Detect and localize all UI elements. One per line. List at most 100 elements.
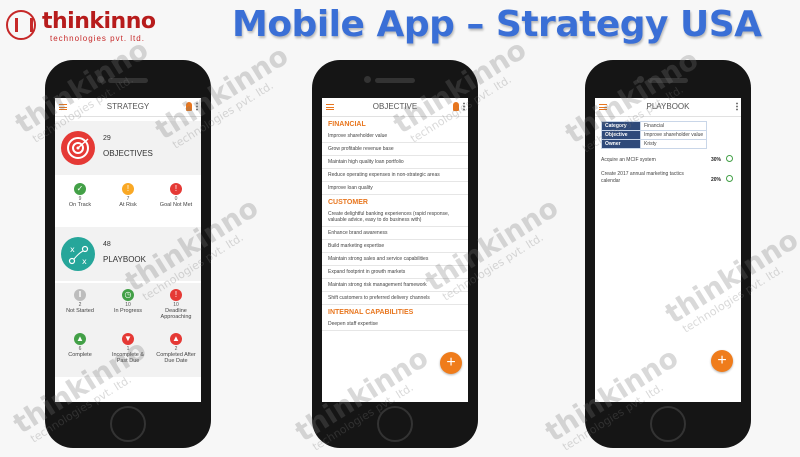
more-options-icon[interactable]: [463, 102, 465, 111]
strategy-board-icon: xx: [61, 237, 95, 271]
status-on-track[interactable]: ✓ 9 On Track: [59, 183, 101, 208]
status-in-progress[interactable]: ◷ 10 In Progress: [107, 289, 149, 314]
objective-item[interactable]: Maintain strong sales and service capabi…: [322, 253, 468, 266]
thumbs-up-icon: ▲: [170, 333, 182, 345]
objectives-count: 29: [103, 135, 111, 142]
playbook-item[interactable]: Acquire an MCIF system 30%: [601, 153, 735, 167]
objective-item[interactable]: Enhance brand awareness: [322, 227, 468, 240]
status-completed-after-due[interactable]: ▲ 2 Completed After Due Date: [155, 333, 197, 364]
playbook-label: PLAYBOOK: [103, 255, 146, 264]
meta-value: Improve shareholder value: [639, 130, 708, 140]
camera: [637, 76, 644, 83]
user-icon[interactable]: [186, 102, 192, 111]
status-label: At Risk: [119, 202, 137, 208]
status-label: Goal Not Met: [159, 202, 193, 208]
status-deadline-approaching[interactable]: ! 10 Deadline Approaching: [155, 289, 197, 320]
section-customer: CUSTOMER: [328, 199, 368, 206]
status-label: Deadline Approaching: [160, 308, 192, 320]
status-label: Completed After Due Date: [156, 352, 196, 364]
app-bar: OBJECTIVE: [322, 98, 468, 117]
objective-status-row: ✓ 9 On Track ! 7 At Risk ! 0 Goal Not Me…: [55, 177, 201, 221]
objective-item[interactable]: Grow profitable revenue base: [322, 143, 468, 156]
objective-item[interactable]: Maintain strong risk management framewor…: [322, 279, 468, 292]
more-options-icon[interactable]: [736, 102, 738, 111]
phone-strategy: STRATEGY 29 OBJECTIVES ✓ 9 On Track ! 7 …: [45, 60, 211, 448]
meta-value: Kristy: [639, 139, 708, 149]
check-icon: ✓: [74, 183, 86, 195]
playbook-item[interactable]: Create 2017 annual marketing tactics cal…: [601, 167, 735, 187]
app-bar: STRATEGY: [55, 98, 201, 117]
phone-playbook: PLAYBOOK Category Financial Objective Impr…: [585, 60, 751, 448]
status-label: In Progress: [113, 308, 143, 314]
status-label: Not Started: [66, 308, 94, 314]
warning-icon: !: [170, 289, 182, 301]
menu-icon[interactable]: [599, 104, 607, 110]
app-bar: PLAYBOOK: [595, 98, 741, 117]
status-label: On Track: [68, 202, 92, 208]
playbook-item-text: Create 2017 annual marketing tactics cal…: [601, 171, 684, 184]
objectives-label: OBJECTIVES: [103, 149, 153, 158]
brand-logo: thinkinno technologies pvt. ltd.: [6, 6, 156, 46]
thumbs-down-icon: ▼: [122, 333, 134, 345]
progress-circle-icon: [726, 175, 733, 182]
status-label: Incomplete & Past Due: [111, 352, 145, 364]
clock-icon: ◷: [122, 289, 134, 301]
objective-item[interactable]: Build marketing expertise: [322, 240, 468, 253]
page-headline: Mobile App – Strategy USA: [232, 4, 762, 45]
camera: [97, 76, 104, 83]
playbook-item-progress: 20%: [710, 177, 721, 183]
speaker: [108, 78, 148, 83]
screen-title: STRATEGY: [106, 102, 150, 111]
objective-item[interactable]: Expand footprint in growth markets: [322, 266, 468, 279]
user-icon[interactable]: [453, 102, 459, 111]
camera: [364, 76, 371, 83]
add-fab-button[interactable]: +: [440, 352, 462, 374]
objective-item[interactable]: Improve loan quality: [322, 182, 468, 195]
objective-item[interactable]: Reduce operating expenses in non-strateg…: [322, 169, 468, 182]
playbook-card[interactable]: xx 48 PLAYBOOK: [55, 227, 201, 281]
home-button[interactable]: [650, 406, 686, 442]
objective-item[interactable]: Create delightful banking experiences (r…: [322, 208, 468, 227]
screen-title: PLAYBOOK: [646, 102, 690, 111]
playbook-item-progress: 30%: [710, 157, 721, 163]
objective-item[interactable]: Improve shareholder value: [322, 130, 468, 143]
svg-text:x: x: [82, 257, 87, 266]
more-options-icon[interactable]: [196, 102, 198, 111]
thumbs-up-icon: ▲: [74, 333, 86, 345]
status-goal-not-met[interactable]: ! 0 Goal Not Met: [155, 183, 197, 208]
brand-tagline: technologies pvt. ltd.: [50, 34, 145, 43]
status-complete[interactable]: ▲ 6 Complete: [59, 333, 101, 358]
playbook-status-grid: ‖ 2 Not Started ◷ 10 In Progress ! 10 De…: [55, 283, 201, 377]
home-button[interactable]: [377, 406, 413, 442]
svg-text:x: x: [70, 245, 75, 254]
pause-icon: ‖: [74, 289, 86, 301]
meta-key: Category: [601, 121, 641, 131]
meta-value: Financial: [639, 121, 708, 131]
status-not-started[interactable]: ‖ 2 Not Started: [59, 289, 101, 314]
section-internal-capabilities: INTERNAL CAPABILITIES: [328, 309, 414, 316]
home-button[interactable]: [110, 406, 146, 442]
target-icon: [61, 131, 95, 165]
speaker: [648, 78, 688, 83]
objective-item[interactable]: Deepen staff expertise: [322, 318, 468, 331]
brand-name: thinkinno: [42, 9, 156, 34]
status-incomplete-past-due[interactable]: ▼ 1 Incomplete & Past Due: [107, 333, 149, 364]
status-at-risk[interactable]: ! 7 At Risk: [107, 183, 149, 208]
menu-icon[interactable]: [59, 104, 67, 110]
menu-icon[interactable]: [326, 104, 334, 110]
meta-key: Objective: [601, 130, 641, 140]
playbook-item-text: Acquire an MCIF system: [601, 157, 656, 163]
progress-circle-icon: [726, 155, 733, 162]
screen-title: OBJECTIVE: [372, 102, 418, 111]
phone-objective: OBJECTIVE FINANCIAL Improve shareholder …: [312, 60, 478, 448]
warning-icon: !: [170, 183, 182, 195]
playbook-screen: PLAYBOOK Category Financial Objective Impr…: [595, 98, 741, 402]
add-fab-button[interactable]: +: [711, 350, 733, 372]
objective-item[interactable]: Maintain high quality loan portfolio: [322, 156, 468, 169]
section-financial: FINANCIAL: [328, 121, 366, 128]
alert-icon: !: [122, 183, 134, 195]
objective-screen: OBJECTIVE FINANCIAL Improve shareholder …: [322, 98, 468, 402]
objectives-card[interactable]: 29 OBJECTIVES: [55, 121, 201, 175]
objective-item[interactable]: Shift customers to preferred delivery ch…: [322, 292, 468, 305]
playbook-count: 48: [103, 241, 111, 248]
